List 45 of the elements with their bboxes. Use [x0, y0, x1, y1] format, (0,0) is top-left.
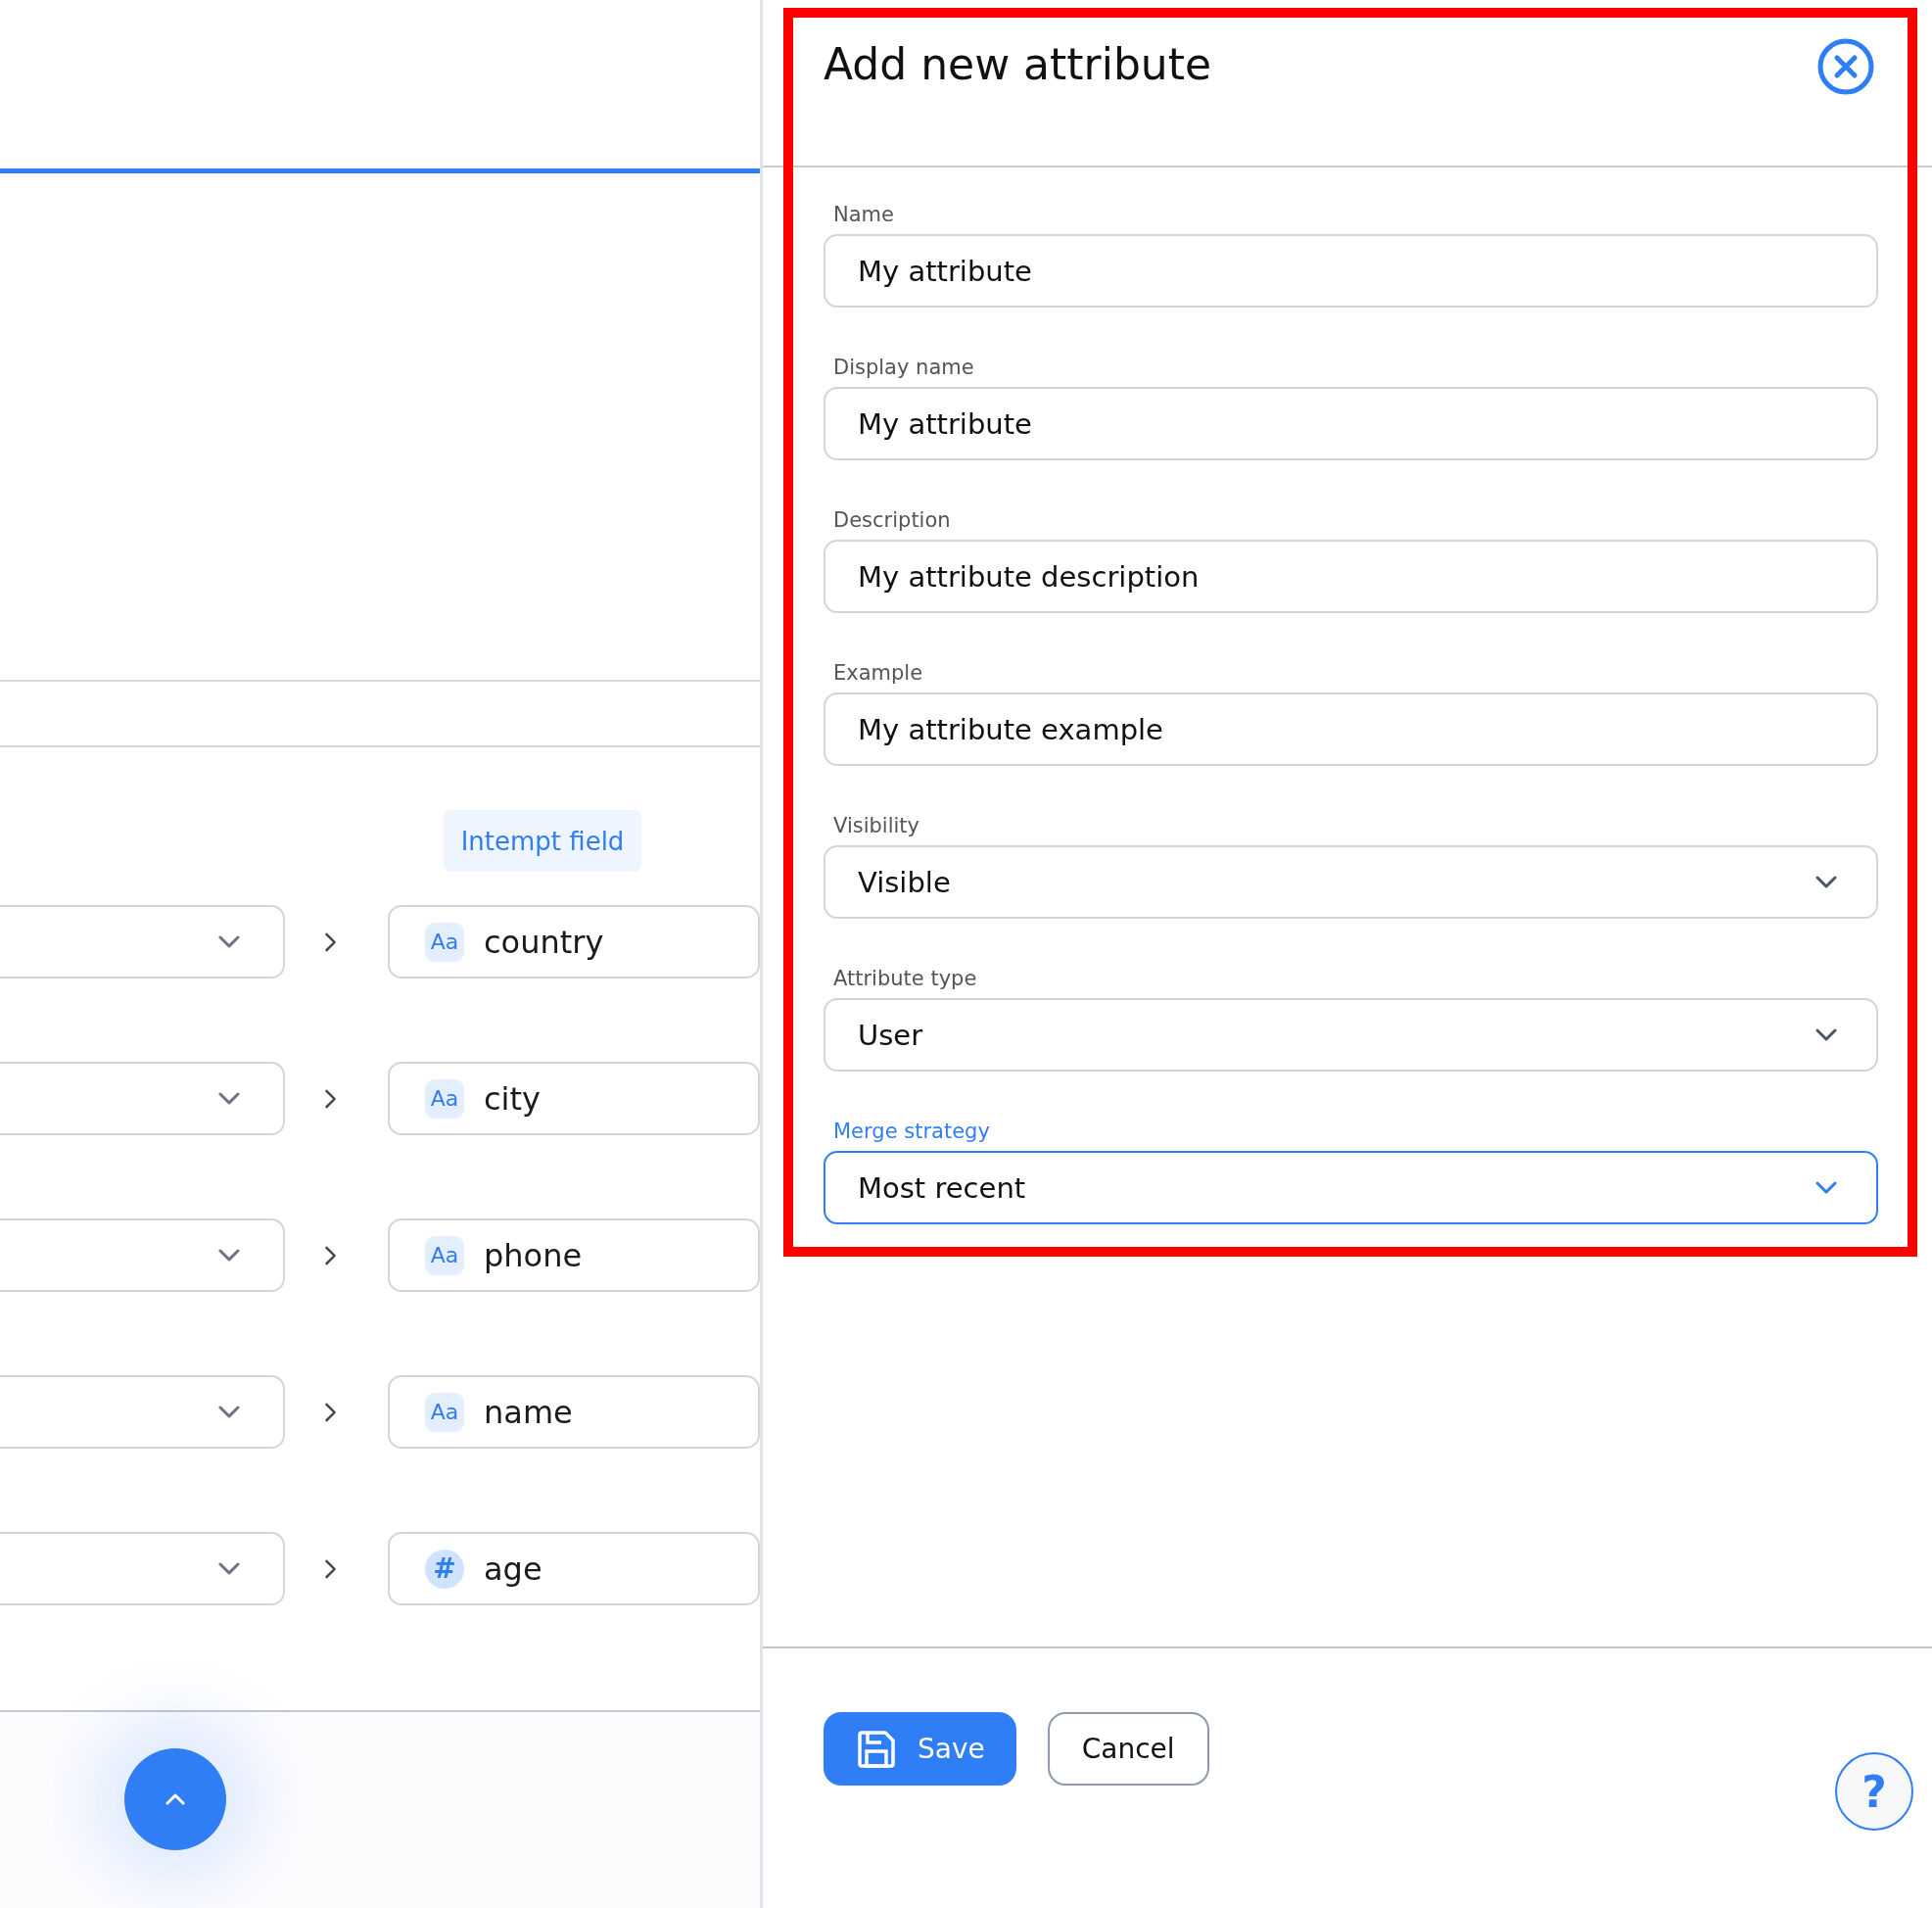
field-name: country: [484, 923, 604, 961]
select-field[interactable]: Most recent: [824, 1151, 1878, 1224]
source-dropdown[interactable]: [0, 1375, 285, 1449]
chevron-down-icon: [217, 1405, 240, 1419]
input-field[interactable]: My attribute: [824, 387, 1878, 460]
type-icon: #: [425, 1549, 464, 1589]
source-dropdown[interactable]: [0, 905, 285, 978]
field-label: Visibility: [833, 813, 920, 839]
close-icon: [1816, 37, 1875, 96]
input-field[interactable]: My attribute: [824, 234, 1878, 308]
field-name: age: [484, 1550, 542, 1588]
type-icon: Aa: [425, 1392, 464, 1432]
type-icon: Aa: [425, 1078, 464, 1119]
field-label: Description: [833, 507, 952, 534]
select-field[interactable]: User: [824, 998, 1878, 1072]
source-dropdown[interactable]: [0, 1532, 285, 1605]
field-label: Merge strategy: [833, 1119, 991, 1145]
close-button[interactable]: [1816, 37, 1875, 96]
field-label: Name: [833, 202, 895, 228]
input-field[interactable]: My attribute description: [824, 540, 1878, 613]
chevron-down-icon: [217, 1091, 240, 1106]
field-label: Attribute type: [833, 966, 978, 992]
field-label: Example: [833, 660, 924, 687]
chevron-down-icon: [1815, 875, 1837, 889]
select-field[interactable]: Visible: [824, 845, 1878, 919]
chevron-down-icon: [1815, 1180, 1837, 1195]
type-icon: Aa: [425, 1235, 464, 1275]
chevron-down-icon: [217, 934, 240, 949]
source-dropdown[interactable]: [0, 1062, 285, 1135]
chevron-up-icon: [165, 1793, 185, 1805]
save-button[interactable]: Save: [824, 1712, 1016, 1786]
field-name: phone: [484, 1236, 583, 1274]
field-name: name: [484, 1393, 573, 1431]
column-header: Intempt field: [444, 810, 641, 872]
dialog-title: Add new attribute: [824, 39, 1212, 89]
type-icon: Aa: [425, 922, 464, 962]
input-field[interactable]: My attribute example: [824, 692, 1878, 766]
help-button[interactable]: ?: [1835, 1752, 1913, 1831]
source-dropdown[interactable]: [0, 1218, 285, 1292]
chevron-down-icon: [1815, 1027, 1837, 1042]
chevron-down-icon: [217, 1248, 240, 1263]
chevron-down-icon: [217, 1561, 240, 1576]
field-label: Display name: [833, 355, 975, 381]
cancel-button[interactable]: Cancel: [1047, 1712, 1209, 1786]
field-name: city: [484, 1079, 541, 1118]
